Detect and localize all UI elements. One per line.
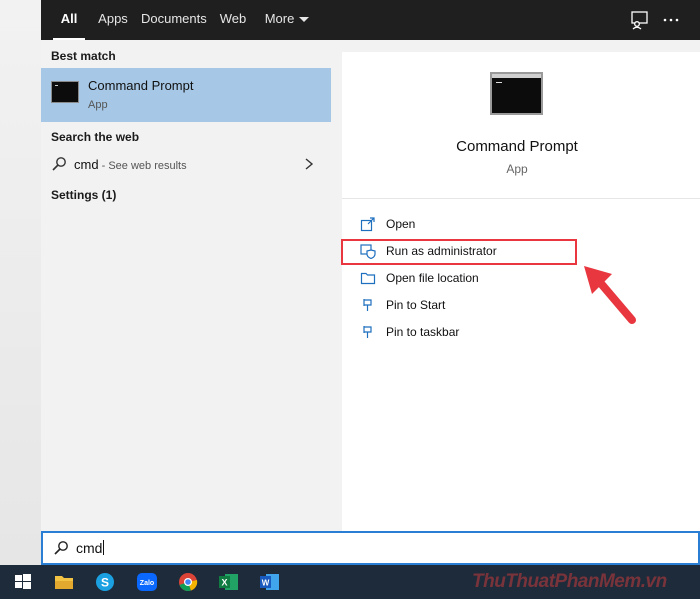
chevron-down-icon — [299, 17, 310, 23]
tab-more-label: More — [264, 11, 295, 26]
chevron-right-icon[interactable] — [303, 157, 315, 171]
settings-header[interactable]: Settings (1) — [51, 188, 116, 202]
web-search-result[interactable]: cmd - See web results — [41, 151, 331, 179]
tab-apps[interactable]: Apps — [93, 0, 133, 40]
web-result-suffix: - See web results — [98, 160, 187, 172]
action-open-label: Open — [386, 217, 416, 231]
pin-icon — [363, 326, 372, 338]
search-input[interactable]: cmd — [76, 540, 105, 556]
best-match-header: Best match — [51, 49, 116, 63]
action-pin-to-start-label: Pin to Start — [386, 298, 446, 312]
zalo-icon[interactable]: Zalo — [136, 571, 158, 593]
command-prompt-icon — [51, 81, 79, 103]
watermark-logo: ThuThuatPhanMem.vn — [472, 571, 667, 592]
search-icon — [54, 541, 68, 555]
windows-start-icon[interactable] — [12, 571, 34, 593]
highlight-box — [341, 239, 577, 265]
search-input-value: cmd — [76, 540, 103, 556]
tab-more[interactable]: More — [261, 0, 313, 40]
search-web-header: Search the web — [51, 130, 140, 144]
taskbar: S Zalo X W ThuThuatPhanMem.vn — [0, 565, 700, 599]
svg-text:W: W — [262, 579, 270, 588]
feedback-icon[interactable] — [630, 10, 650, 30]
best-match-title: Command Prompt — [88, 78, 194, 93]
skype-icon[interactable]: S — [94, 571, 116, 593]
svg-text:X: X — [221, 578, 227, 588]
search-box[interactable]: cmd — [41, 531, 700, 565]
command-prompt-large-icon — [490, 72, 543, 115]
svg-text:S: S — [101, 576, 109, 590]
zalo-icon-label: Zalo — [140, 580, 154, 587]
search-icon — [52, 157, 66, 171]
chrome-icon[interactable] — [177, 571, 199, 593]
folder-icon — [360, 272, 376, 285]
tab-all[interactable]: All — [53, 0, 85, 40]
text-cursor — [103, 540, 105, 555]
detail-pane: Command Prompt App Open Run as administr… — [342, 52, 700, 532]
best-match-subtitle: App — [88, 99, 108, 111]
more-options-icon[interactable] — [661, 10, 681, 30]
annotation-arrow-icon — [584, 266, 636, 324]
detail-title: Command Prompt — [456, 138, 578, 155]
web-result-text: cmd - See web results — [74, 157, 187, 172]
tab-documents[interactable]: Documents — [141, 0, 207, 40]
open-icon — [360, 217, 375, 232]
pin-icon — [363, 299, 372, 311]
word-icon[interactable]: W — [259, 571, 281, 593]
search-tab-bar: All Apps Documents Web More — [41, 0, 700, 40]
detail-subtitle: App — [506, 162, 528, 176]
desktop-background — [0, 0, 42, 565]
action-pin-to-taskbar-label: Pin to taskbar — [386, 325, 460, 339]
results-pane: Best match Command Prompt App Search the… — [41, 40, 332, 532]
file-explorer-icon[interactable] — [53, 571, 75, 593]
action-open-file-location-label: Open file location — [386, 271, 479, 285]
divider — [342, 198, 700, 199]
best-match-item[interactable]: Command Prompt App — [41, 68, 331, 122]
action-open[interactable]: Open — [358, 214, 678, 236]
excel-icon[interactable]: X — [218, 571, 240, 593]
tab-web[interactable]: Web — [213, 0, 253, 40]
web-result-query: cmd — [74, 157, 99, 172]
